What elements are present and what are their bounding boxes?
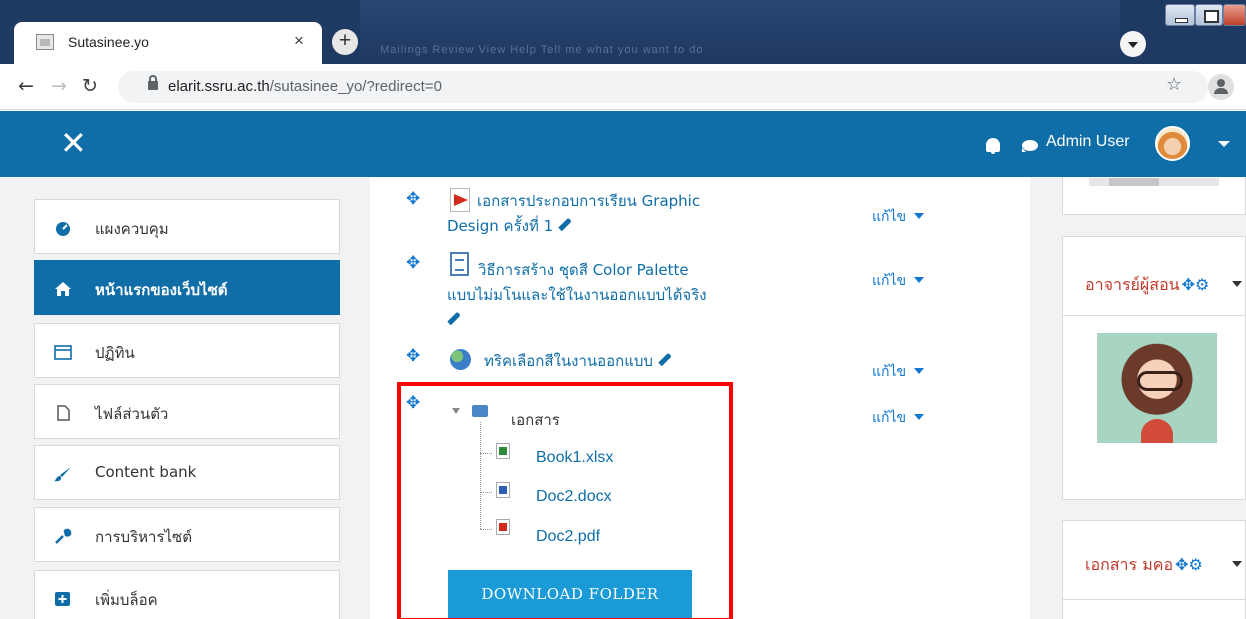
edit-menu-folder[interactable]: แก้ไข <box>872 407 924 429</box>
window-close-button[interactable] <box>1223 4 1246 26</box>
drawer-item-site-admin[interactable]: การบริหารไซต์ <box>34 507 340 562</box>
window-maximize-button[interactable] <box>1195 4 1223 26</box>
url-text[interactable]: elarit.ssru.ac.th/sutasinee_yo/?redirect… <box>168 78 442 95</box>
drawer-item-label: Content bank <box>95 463 197 481</box>
block-settings-gear-icon[interactable]: ✥⚙ <box>1175 555 1203 574</box>
block-divider <box>1063 315 1245 316</box>
block-menu-caret-icon[interactable] <box>1232 561 1242 567</box>
lock-icon[interactable] <box>148 75 158 90</box>
notification-bell-icon[interactable] <box>986 138 1000 154</box>
page-content: แผงควบคุม หน้าแรกของเว็บไซต์ ปฏิทิน ไฟล์… <box>0 177 1246 619</box>
user-avatar[interactable] <box>1155 126 1190 161</box>
edit-menu-activity-2[interactable]: แก้ไข <box>872 270 924 292</box>
browser-tab[interactable]: Sutasinee.yo × <box>14 22 322 64</box>
drawer-item-label: เพิ่มบล็อค <box>95 591 158 609</box>
close-drawer-icon[interactable]: ✕ <box>60 123 87 163</box>
drawer-item-dashboard[interactable]: แผงควบคุม <box>34 199 340 254</box>
activity-link-graphic-design[interactable]: เอกสารประกอบการเรียน Graphic Design ครั้… <box>447 189 700 239</box>
drawer-item-calendar[interactable]: ปฏิทิน <box>34 323 340 378</box>
wrench-icon <box>55 528 72 544</box>
address-bar[interactable]: elarit.ssru.ac.th/sutasinee_yo/?redirect… <box>118 71 1208 103</box>
block-title-documents: เอกสาร มคอ ✥⚙ <box>1085 555 1203 574</box>
site-navbar: ✕ Admin User <box>0 111 1246 177</box>
new-tab-button[interactable]: + <box>332 29 358 55</box>
drawer-item-private-files[interactable]: ไฟล์ส่วนตัว <box>34 384 340 439</box>
drawer-item-label: ไฟล์ส่วนตัว <box>95 405 169 423</box>
paint-brush-icon <box>54 467 71 482</box>
tab-close-icon[interactable]: × <box>294 31 304 51</box>
forward-arrow-icon[interactable]: → <box>51 75 67 97</box>
user-menu-caret-icon[interactable] <box>1218 141 1230 147</box>
drawer-item-site-home[interactable]: หน้าแรกของเว็บไซต์ <box>34 260 340 315</box>
block-divider <box>1063 599 1245 600</box>
drawer-item-label: การบริหารไซต์ <box>95 528 192 546</box>
teacher-photo <box>1097 333 1217 443</box>
drawer-item-add-block[interactable]: เพิ่มบล็อค <box>34 570 340 619</box>
move-icon[interactable]: ✥ <box>406 253 420 273</box>
course-section: ✥ เอกสารประกอบการเรียน Graphic Design คร… <box>370 177 1030 619</box>
block-documents: เอกสาร มคอ ✥⚙ <box>1062 520 1246 619</box>
activity-link-color-tricks[interactable]: ทริคเลือกสีในงานออกแบบ <box>484 349 672 374</box>
messages-chat-icon[interactable] <box>1022 140 1038 152</box>
drawer-item-label: ปฏิทิน <box>95 344 135 362</box>
edit-title-pencil-icon[interactable] <box>447 311 461 326</box>
edit-menu-activity-3[interactable]: แก้ไข <box>872 361 924 383</box>
block-title-teacher: อาจารย์ผู้สอน ✥⚙ <box>1085 275 1210 294</box>
dashboard-icon <box>56 222 70 236</box>
drawer-item-label: แผงควบคุม <box>95 220 169 238</box>
user-name[interactable]: Admin User <box>1046 133 1130 151</box>
activity-link-color-palette[interactable]: วิธีการสร้าง ชุดสี Color Palette แบบไม่ม… <box>447 258 707 333</box>
calendar-icon <box>54 345 72 360</box>
window-minimize-button[interactable] <box>1165 4 1195 26</box>
bookmark-star-icon[interactable]: ☆ <box>1166 74 1182 95</box>
block-menu-caret-icon[interactable] <box>1232 281 1242 287</box>
browser-tab-strip: Mailings Review View Help Tell me what y… <box>0 0 1246 64</box>
block-previous <box>1062 177 1246 215</box>
url-globe-icon <box>450 349 471 370</box>
plus-square-icon <box>55 592 70 606</box>
file-icon <box>57 405 70 421</box>
reload-icon[interactable]: ↻ <box>82 75 98 97</box>
tab-search-button[interactable] <box>1120 31 1146 57</box>
mini-scrollbar[interactable] <box>1089 178 1219 186</box>
edit-title-pencil-icon[interactable] <box>558 217 572 232</box>
move-icon[interactable]: ✥ <box>406 346 420 366</box>
edit-title-pencil-icon[interactable] <box>658 352 672 367</box>
back-arrow-icon[interactable]: ← <box>18 75 34 97</box>
move-icon[interactable]: ✥ <box>406 189 420 209</box>
block-settings-gear-icon[interactable]: ✥⚙ <box>1182 275 1210 294</box>
drawer-item-label: หน้าแรกของเว็บไซต์ <box>95 281 228 299</box>
tab-title: Sutasinee.yo <box>68 34 149 50</box>
browser-toolbar: ← → ↻ elarit.ssru.ac.th/sutasinee_yo/?re… <box>0 64 1246 110</box>
site-favicon-icon <box>36 34 54 50</box>
drawer-item-content-bank[interactable]: Content bank <box>34 445 340 500</box>
background-window-menu: Mailings Review View Help Tell me what y… <box>380 44 704 56</box>
account-icon[interactable] <box>1208 74 1234 100</box>
edit-menu-activity-1[interactable]: แก้ไข <box>872 206 924 228</box>
home-icon <box>55 282 71 296</box>
annotation-highlight-box <box>397 382 733 619</box>
